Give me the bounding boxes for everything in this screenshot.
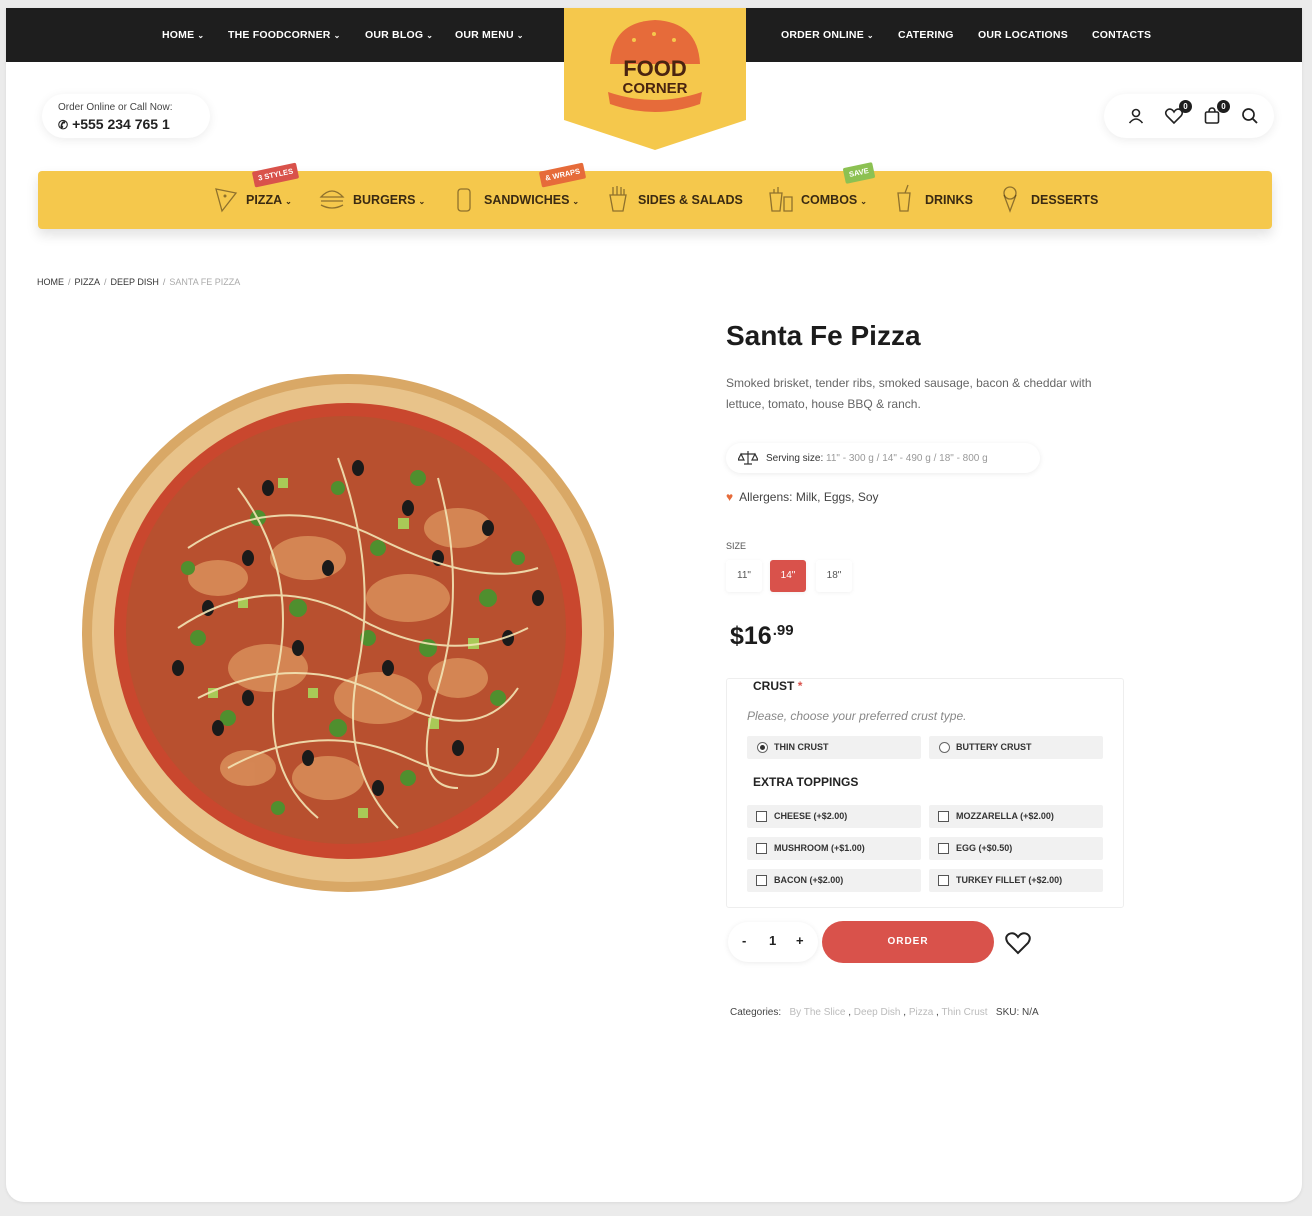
checkbox-egg[interactable]: [938, 843, 949, 854]
user-actions-bar: 0 0: [1104, 94, 1274, 138]
fries-icon: [609, 186, 627, 212]
category-burgers[interactable]: BURGERS ⌄: [353, 193, 425, 207]
checkbox-bacon[interactable]: [756, 875, 767, 886]
category-combos[interactable]: COMBOS ⌄: [801, 193, 867, 207]
size-14-button[interactable]: 14": [770, 560, 806, 592]
logo-banner-shape: FOOD CORNER: [564, 8, 746, 150]
wishlist-icon[interactable]: 0: [1164, 100, 1192, 126]
cart-count: 0: [1217, 100, 1230, 113]
nav-order-online[interactable]: ORDER ONLINE ⌄: [781, 29, 874, 41]
sku-label: SKU:: [995, 1007, 1020, 1018]
site-logo[interactable]: FOOD CORNER: [564, 8, 746, 150]
call-phone[interactable]: ✆ +555 234 765 1: [58, 116, 170, 132]
burger-icon: [319, 190, 345, 209]
category-link-pizza[interactable]: Pizza: [909, 1007, 933, 1018]
category-nav: PIZZA ⌄ 3 STYLES BURGERS ⌄ SANDWICHES ⌄ & W…: [38, 162, 1272, 229]
breadcrumb-deep-dish[interactable]: DEEP DISH: [111, 277, 159, 287]
crust-thin-option[interactable]: THIN CRUST: [747, 736, 921, 759]
search-icon[interactable]: [1240, 106, 1260, 126]
sandwich-icon: [457, 188, 471, 212]
ice-cream-icon: [1003, 186, 1017, 213]
cart-icon[interactable]: 0: [1202, 100, 1230, 126]
checkbox-mozzarella[interactable]: [938, 811, 949, 822]
categories-label: Categories:: [730, 1007, 782, 1018]
topping-turkey-fillet[interactable]: TURKEY FILLET (+$2.00): [929, 869, 1103, 892]
allergen-heart-icon: ♥: [726, 490, 734, 504]
size-18-button[interactable]: 18": [816, 560, 852, 592]
checkbox-cheese[interactable]: [756, 811, 767, 822]
size-label: SIZE: [726, 541, 747, 551]
serving-value: 11" - 300 g / 14" - 490 g / 18" - 800 g: [826, 453, 988, 464]
nav-our-menu[interactable]: OUR MENU ⌄: [455, 29, 524, 41]
product-image[interactable]: [78, 368, 618, 898]
topping-mozzarella[interactable]: MOZZARELLA (+$2.00): [929, 805, 1103, 828]
combo-icon: [769, 187, 793, 212]
product-title: Santa Fe Pizza: [726, 320, 921, 351]
quantity-stepper: - 1 +: [728, 922, 818, 962]
topping-cheese[interactable]: CHEESE (+$2.00): [747, 805, 921, 828]
product-price: $16.99: [730, 622, 794, 650]
quantity-minus-button[interactable]: -: [742, 933, 746, 948]
topping-mushroom[interactable]: MUSHROOM (+$1.00): [747, 837, 921, 860]
radio-thin-crust[interactable]: [757, 742, 768, 753]
scale-icon: [738, 451, 758, 465]
call-label: Order Online or Call Now:: [58, 102, 173, 113]
nav-our-locations[interactable]: OUR LOCATIONS: [978, 29, 1068, 41]
sku-value: N/A: [1022, 1007, 1039, 1018]
checkbox-mushroom[interactable]: [756, 843, 767, 854]
topping-egg[interactable]: EGG (+$0.50): [929, 837, 1103, 860]
nav-the-foodcorner[interactable]: THE FOODCORNER ⌄: [228, 29, 340, 41]
category-sides-salads[interactable]: SIDES & SALADS: [638, 193, 743, 207]
pizza-slice-icon: [215, 188, 238, 213]
category-sandwiches[interactable]: SANDWICHES ⌄: [484, 193, 579, 207]
product-options: CRUST * Please, choose your preferred cr…: [726, 678, 1124, 908]
serving-label: Serving size:: [766, 453, 824, 464]
add-to-wishlist-icon[interactable]: [1004, 930, 1032, 956]
nav-contacts[interactable]: CONTACTS: [1092, 29, 1151, 41]
category-drinks[interactable]: DRINKS: [925, 193, 973, 207]
radio-buttery-crust[interactable]: [939, 742, 950, 753]
nav-home[interactable]: HOME ⌄: [162, 29, 204, 41]
breadcrumb-pizza[interactable]: PIZZA: [75, 277, 101, 287]
allergens: ♥ Allergens: Milk, Eggs, Soy: [726, 490, 879, 504]
order-button[interactable]: ORDER: [822, 921, 994, 963]
crust-hint: Please, choose your preferred crust type…: [747, 709, 967, 723]
account-icon[interactable]: [1126, 106, 1146, 126]
page-frame: HOME ⌄ THE FOODCORNER ⌄ OUR BLOG ⌄ OUR MENU…: [6, 8, 1302, 1202]
quantity-value[interactable]: 1: [769, 933, 776, 948]
phone-icon: ✆: [58, 118, 69, 132]
crust-buttery-option[interactable]: BUTTERY CRUST: [929, 736, 1103, 759]
logo-text-corner: CORNER: [622, 80, 687, 97]
size-11-button[interactable]: 11": [726, 560, 762, 592]
crust-title: CRUST *: [753, 679, 803, 693]
tag-wraps: & WRAPS: [538, 162, 587, 188]
call-box[interactable]: Order Online or Call Now: ✆ +555 234 765 …: [42, 94, 210, 138]
toppings-title: EXTRA TOPPINGS: [753, 775, 859, 789]
category-pizza[interactable]: PIZZA ⌄: [246, 193, 292, 207]
product-meta: Categories: By The Slice , Deep Dish , P…: [730, 1007, 1039, 1018]
breadcrumb-home[interactable]: HOME: [37, 277, 64, 287]
product-description: Smoked brisket, tender ribs, smoked saus…: [726, 376, 1092, 411]
category-desserts[interactable]: DESSERTS: [1031, 193, 1098, 207]
category-link-thin-crust[interactable]: Thin Crust: [941, 1007, 987, 1018]
breadcrumb-current: SANTA FE PIZZA: [169, 277, 241, 287]
tag-3-styles: 3 STYLES: [251, 162, 300, 188]
category-link-by-the-slice[interactable]: By The Slice: [789, 1007, 845, 1018]
serving-size: Serving size: 11" - 300 g / 14" - 490 g …: [726, 443, 1040, 473]
breadcrumb: HOME / PIZZA / DEEP DISH / SANTA FE PIZZA: [37, 277, 241, 287]
drink-icon: [897, 184, 911, 212]
nav-catering[interactable]: CATERING: [898, 29, 954, 41]
nav-our-blog[interactable]: OUR BLOG ⌄: [365, 29, 433, 41]
logo-text-food: FOOD: [623, 56, 687, 81]
checkbox-turkey-fillet[interactable]: [938, 875, 949, 886]
wishlist-count: 0: [1179, 100, 1192, 113]
tag-save: SAVE: [842, 162, 876, 184]
category-link-deep-dish[interactable]: Deep Dish: [854, 1007, 901, 1018]
topping-bacon[interactable]: BACON (+$2.00): [747, 869, 921, 892]
quantity-plus-button[interactable]: +: [796, 933, 804, 948]
